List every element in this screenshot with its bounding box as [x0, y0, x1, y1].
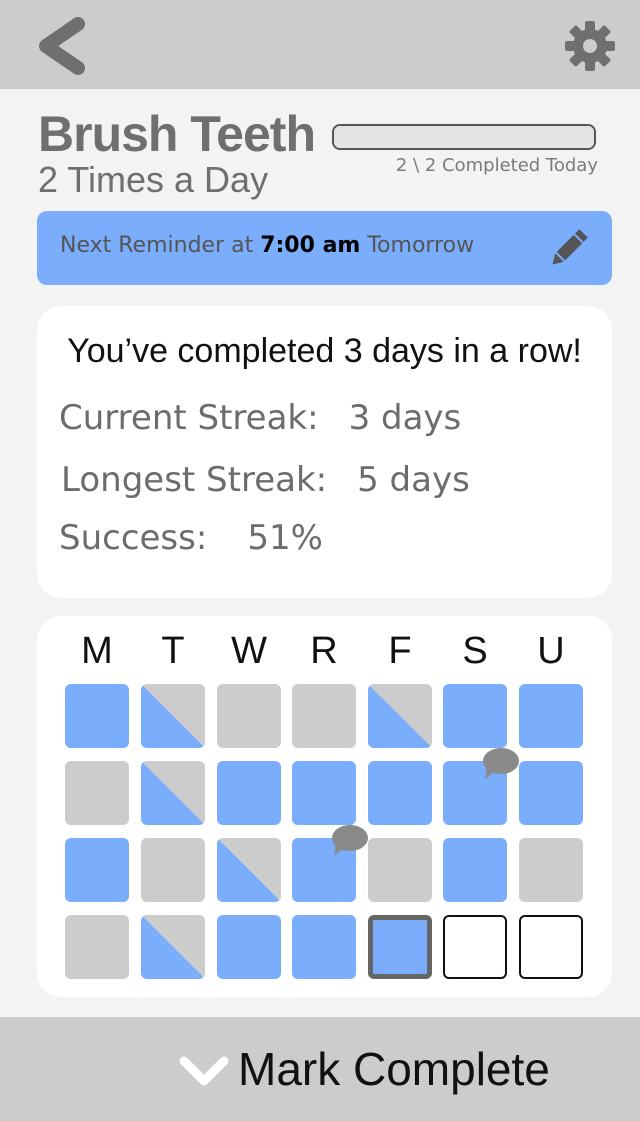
calendar-day-cell[interactable]	[141, 838, 205, 902]
reminder-text: Next Reminder at 7:00 am Tomorrow	[60, 233, 474, 258]
gear-icon	[565, 21, 615, 71]
daily-progress-text: 2 \ 2 Completed Today	[395, 155, 598, 176]
longest-streak-value: 5 days	[357, 460, 470, 500]
day-header: W	[231, 630, 267, 672]
settings-button[interactable]	[564, 20, 616, 72]
calendar-day-cell[interactable]	[519, 915, 583, 979]
success-label: Success:	[59, 518, 208, 558]
mark-complete-label: Mark Complete	[238, 1043, 550, 1095]
reminder-banner[interactable]: Next Reminder at 7:00 am Tomorrow	[37, 211, 612, 285]
streak-stats-card: You’ve completed 3 days in a row! Curren…	[37, 306, 612, 598]
day-header: R	[310, 630, 338, 672]
calendar-day-cell[interactable]	[519, 761, 583, 825]
chevron-down-icon	[179, 1056, 229, 1086]
speech-bubble-icon[interactable]	[330, 824, 370, 858]
mark-complete-button[interactable]: Mark Complete	[0, 1017, 640, 1121]
day-header: S	[462, 630, 488, 672]
calendar-day-cell[interactable]	[65, 761, 129, 825]
calendar-day-cell[interactable]	[65, 915, 129, 979]
top-bar	[0, 0, 640, 89]
calendar-day-cell[interactable]	[519, 838, 583, 902]
calendar-day-cell[interactable]	[368, 838, 432, 902]
calendar-day-cell[interactable]	[368, 761, 432, 825]
longest-streak-label: Longest Streak:	[61, 460, 328, 500]
streak-headline: You’ve completed 3 days in a row!	[67, 332, 582, 370]
daily-progress-bar	[332, 124, 596, 150]
calendar-day-cell[interactable]	[519, 684, 583, 748]
calendar-day-cell[interactable]	[292, 684, 356, 748]
success-value: 51%	[247, 518, 323, 558]
calendar-day-cell[interactable]	[292, 915, 356, 979]
daily-progress-fill	[334, 126, 594, 148]
edit-reminder-button[interactable]	[546, 227, 590, 271]
chevron-left-icon	[39, 17, 85, 75]
reminder-prefix: Next Reminder at	[60, 233, 261, 258]
habit-frequency: 2 Times a Day	[38, 159, 269, 200]
calendar-day-cell[interactable]	[65, 684, 129, 748]
current-streak-label: Current Streak:	[59, 398, 319, 438]
reminder-suffix: Tomorrow	[360, 233, 475, 258]
reminder-time: 7:00 am	[260, 233, 361, 258]
day-header: T	[161, 630, 185, 672]
day-header: M	[81, 630, 113, 672]
day-header: F	[388, 630, 412, 672]
calendar-day-cell[interactable]	[443, 838, 507, 902]
calendar-day-cell[interactable]	[217, 684, 281, 748]
speech-bubble-icon[interactable]	[481, 747, 521, 781]
calendar-day-cell[interactable]	[141, 684, 205, 748]
pencil-icon	[552, 229, 588, 265]
calendar-day-cell[interactable]	[141, 915, 205, 979]
current-streak-value: 3 days	[348, 398, 462, 438]
longest-streak-row: Longest Streak: 5 days	[61, 460, 470, 500]
back-button[interactable]	[32, 16, 92, 76]
calendar-card: MTWRFSU	[37, 616, 612, 997]
calendar-day-cell[interactable]	[368, 915, 432, 979]
calendar-day-cell[interactable]	[443, 684, 507, 748]
day-header: U	[537, 630, 565, 672]
calendar-day-cell[interactable]	[292, 761, 356, 825]
calendar-day-cell[interactable]	[65, 838, 129, 902]
habit-title: Brush Teeth	[38, 106, 316, 162]
current-streak-row: Current Streak: 3 days	[59, 398, 461, 438]
calendar-day-cell[interactable]	[217, 838, 281, 902]
calendar-day-cell[interactable]	[368, 684, 432, 748]
calendar-day-cell[interactable]	[217, 915, 281, 979]
calendar-day-cell[interactable]	[141, 761, 205, 825]
success-row: Success: 51%	[59, 518, 323, 558]
calendar-day-cell[interactable]	[217, 761, 281, 825]
calendar-day-cell[interactable]	[443, 915, 507, 979]
